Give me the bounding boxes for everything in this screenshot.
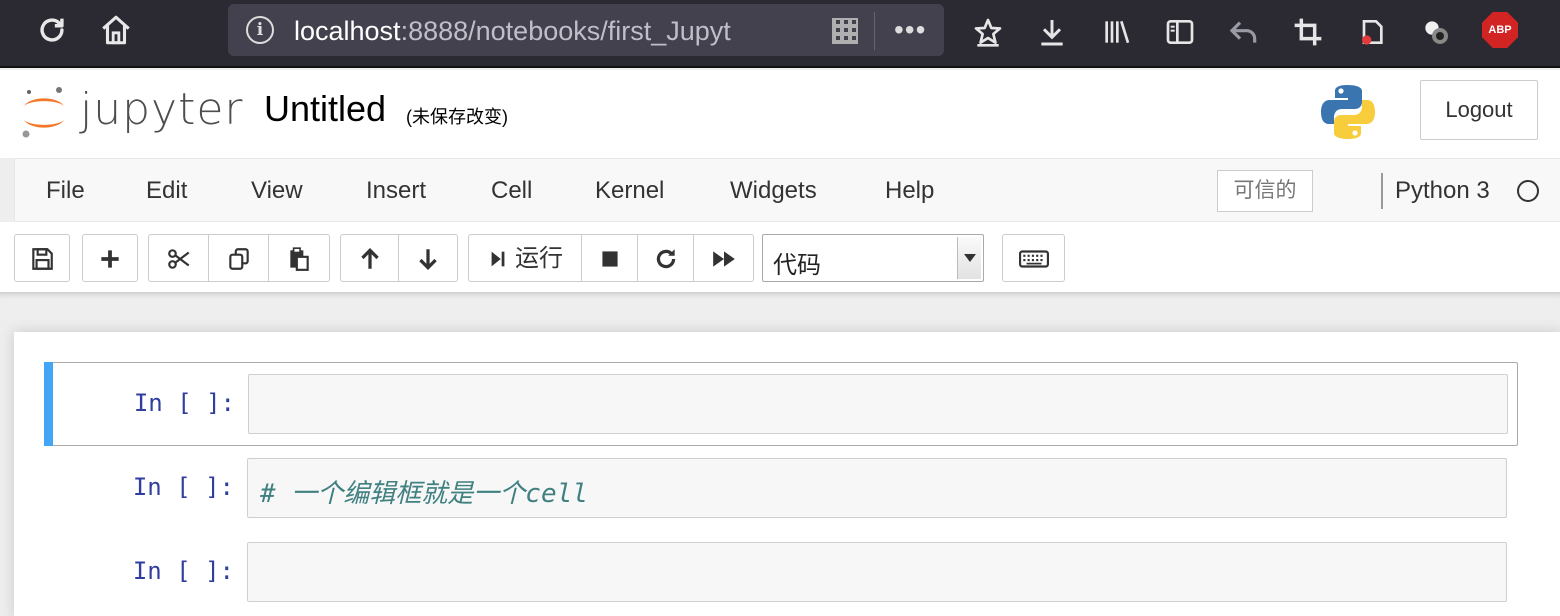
insert-cell-below-button[interactable] <box>82 234 138 282</box>
bookmark-star-icon[interactable] <box>968 12 1008 52</box>
menu-edit[interactable]: Edit <box>146 177 187 205</box>
plus-icon <box>101 250 119 268</box>
url-text[interactable]: localhost:8888/notebooks/first_Jupyt <box>294 15 804 47</box>
site-info-icon[interactable]: i <box>246 16 274 44</box>
cell-input-area[interactable] <box>247 542 1507 602</box>
cut-cells-button[interactable] <box>148 234 209 282</box>
cell-prompt: In [ ]: <box>132 557 234 585</box>
restart-icon <box>656 249 675 269</box>
stop-icon <box>601 251 618 267</box>
arrow-up-icon <box>360 248 379 269</box>
save-icon <box>32 248 53 271</box>
extension-molecule-icon[interactable] <box>1416 12 1456 52</box>
back-arrow-icon[interactable] <box>1224 12 1264 52</box>
notebook-container: In [ ]: In [ ]: # 一个编辑框就是一个cell In [ ]: <box>14 332 1560 616</box>
library-icon[interactable] <box>1096 12 1136 52</box>
paste-cells-button[interactable] <box>269 234 330 282</box>
code-cell[interactable]: In [ ]: # 一个编辑框就是一个cell <box>44 447 1518 531</box>
kernel-separator <box>1381 173 1383 209</box>
url-separator <box>874 12 875 50</box>
run-cell-button[interactable]: 运行 <box>468 234 582 282</box>
restart-run-all-button[interactable] <box>694 234 754 282</box>
url-host: localhost <box>294 16 401 46</box>
notebook-header: jupyter Untitled (未保存改变) Logout <box>0 70 1560 158</box>
cell-input-area[interactable]: # 一个编辑框就是一个cell <box>247 458 1507 518</box>
menu-help[interactable]: Help <box>885 177 934 205</box>
url-bar[interactable]: i localhost:8888/notebooks/first_Jupyt •… <box>228 4 944 56</box>
paste-icon <box>290 247 309 272</box>
sidebar-icon[interactable] <box>1160 12 1200 52</box>
keyboard-icon <box>1018 250 1049 268</box>
save-button[interactable] <box>14 234 70 282</box>
python-logo-icon <box>1321 85 1375 139</box>
cell-source: # 一个编辑框就是一个cell <box>260 479 588 509</box>
cell-prompt: In [ ]: <box>132 473 234 501</box>
home-icon[interactable] <box>94 10 138 50</box>
menu-cell[interactable]: Cell <box>491 177 532 205</box>
page-actions-more-icon[interactable]: ••• <box>894 12 926 48</box>
copy-cells-button[interactable] <box>209 234 269 282</box>
arrow-down-icon <box>419 249 437 271</box>
menu-kernel[interactable]: Kernel <box>595 177 664 205</box>
step-forward-icon <box>491 251 505 267</box>
kernel-name: Python 3 <box>1395 177 1490 204</box>
qr-code-icon[interactable] <box>832 18 858 44</box>
crop-icon[interactable] <box>1288 12 1328 52</box>
save-status: (未保存改变) <box>406 107 508 127</box>
trusted-notebook-indicator[interactable]: 可信的 <box>1217 170 1313 212</box>
menu-widgets[interactable]: Widgets <box>730 177 817 205</box>
menu-file[interactable]: File <box>46 177 85 205</box>
cell-prompt: In [ ]: <box>133 389 235 417</box>
chevron-down-icon <box>957 237 981 279</box>
jupyter-logo-icon <box>22 87 64 138</box>
scissors-icon <box>167 249 189 269</box>
cell-type-select[interactable]: 代码 <box>762 234 984 282</box>
restart-kernel-button[interactable] <box>638 234 694 282</box>
url-path: :8888/notebooks/first_Jupyt <box>400 16 731 46</box>
download-icon[interactable] <box>1032 12 1072 52</box>
jupyter-logo[interactable]: jupyter <box>20 82 250 142</box>
cell-input-area[interactable] <box>248 374 1508 434</box>
move-cell-up-button[interactable] <box>340 234 399 282</box>
menubar: File Edit View Insert Cell Kernel Widget… <box>14 158 1560 222</box>
code-cell[interactable]: In [ ]: <box>44 531 1518 615</box>
logout-button[interactable]: Logout <box>1420 80 1538 140</box>
notebook-title[interactable]: Untitled <box>264 88 386 130</box>
browser-toolbar: i localhost:8888/notebooks/first_Jupyt •… <box>0 0 1560 68</box>
menu-insert[interactable]: Insert <box>366 177 426 205</box>
run-label: 运行 <box>515 245 563 273</box>
code-cell-selected[interactable]: In [ ]: <box>44 362 1518 446</box>
menu-view[interactable]: View <box>251 177 303 205</box>
command-palette-button[interactable] <box>1002 234 1065 282</box>
cell-type-value: 代码 <box>773 252 821 279</box>
move-cell-down-button[interactable] <box>399 234 458 282</box>
jupyter-wordmark: jupyter <box>80 84 244 135</box>
interrupt-kernel-button[interactable] <box>582 234 638 282</box>
kernel-idle-indicator-icon <box>1517 180 1539 202</box>
notebook-toolbar: 运行 代码 <box>0 222 1560 292</box>
adblock-plus-icon[interactable]: ABP <box>1482 12 1518 48</box>
evernote-extension-icon[interactable] <box>1352 12 1392 52</box>
reload-icon[interactable] <box>30 10 74 50</box>
fast-forward-icon <box>712 251 735 267</box>
copy-icon <box>228 248 249 271</box>
